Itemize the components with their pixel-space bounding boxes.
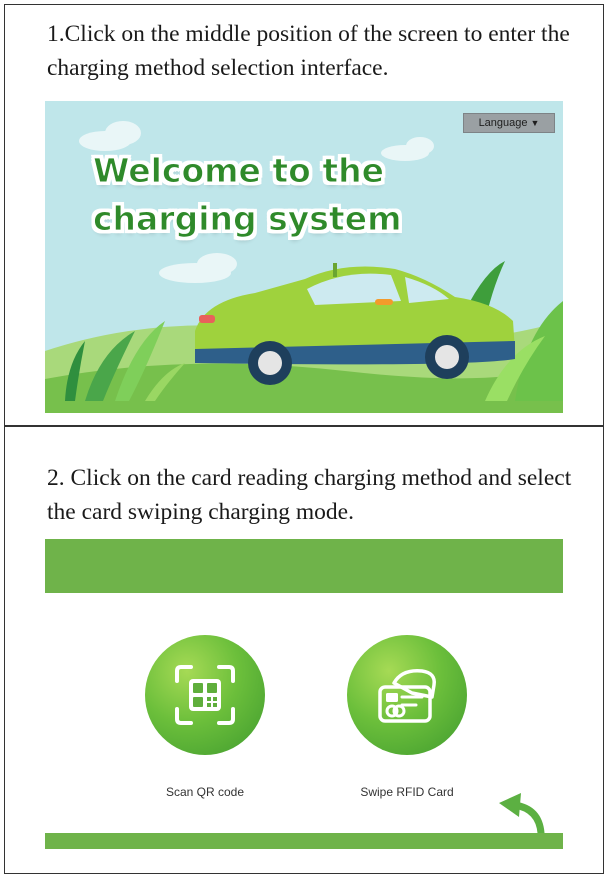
scan-qr-button[interactable]: Scan QR code <box>135 635 275 799</box>
top-bar <box>45 539 563 593</box>
step-2-instruction: 2. Click on the card reading charging me… <box>47 465 572 525</box>
caret-down-icon: ▼ <box>530 118 540 128</box>
welcome-line-2: charging system <box>93 199 402 239</box>
language-dropdown[interactable]: Language ▼ <box>463 113 555 133</box>
language-label: Language <box>478 117 528 129</box>
welcome-screen[interactable]: Language ▼ Welcome to the charging syste… <box>45 101 563 413</box>
welcome-title: Welcome to the charging system <box>93 147 453 243</box>
qr-code-icon <box>145 635 265 755</box>
charging-method-screen: Scan QR code Swipe RFID Card <box>45 539 563 849</box>
rfid-card-icon <box>347 635 467 755</box>
step-1-cell: 1.Click on the middle position of the sc… <box>4 4 604 426</box>
instruction-document: 1.Click on the middle position of the sc… <box>0 0 608 879</box>
bottom-bar <box>45 833 563 849</box>
step-1-instruction: 1.Click on the middle position of the sc… <box>47 21 570 81</box>
scan-qr-label: Scan QR code <box>165 785 245 799</box>
swipe-rfid-label: Swipe RFID Card <box>360 785 454 799</box>
back-arrow-icon[interactable] <box>491 789 547 835</box>
welcome-line-1: Welcome to the <box>93 151 385 191</box>
swipe-rfid-button[interactable]: Swipe RFID Card <box>337 635 477 799</box>
step-2-cell: 2. Click on the card reading charging me… <box>4 426 604 874</box>
